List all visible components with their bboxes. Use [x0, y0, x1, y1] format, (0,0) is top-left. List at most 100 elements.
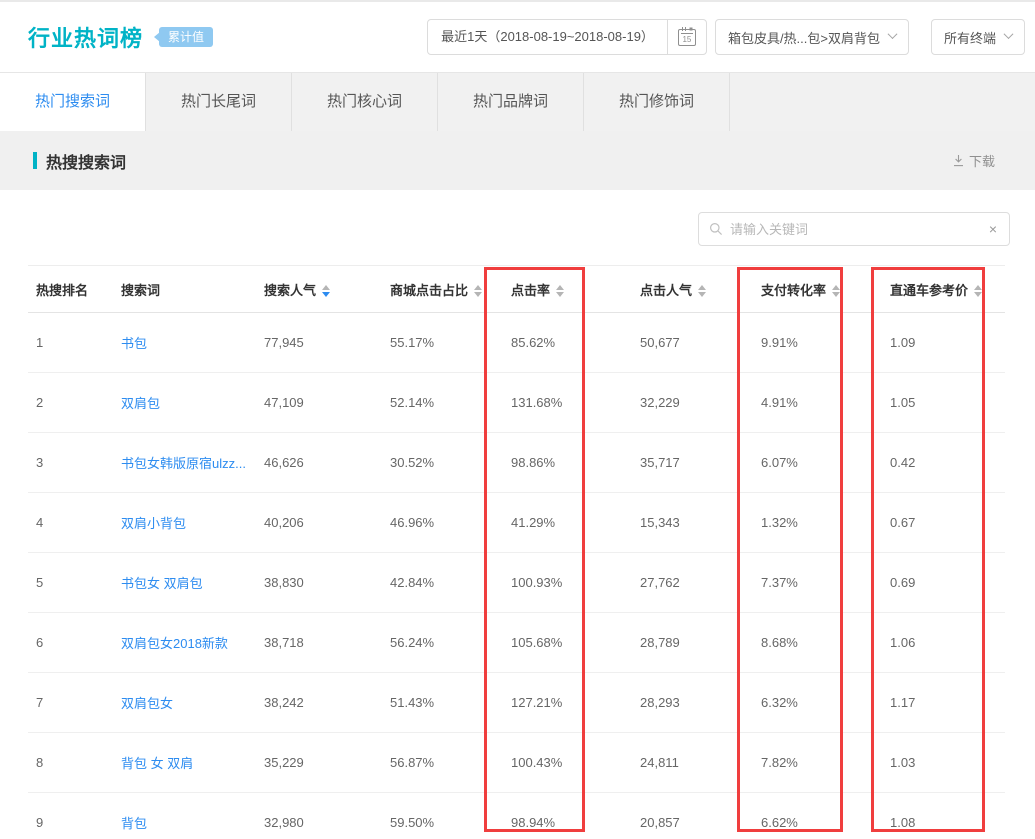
col-header-pay-conversion[interactable]: 支付转化率: [753, 266, 882, 313]
clear-search-icon[interactable]: ×: [987, 221, 999, 237]
cell-mall-click-share: 46.96%: [382, 493, 503, 553]
keyword-search-input[interactable]: [730, 222, 987, 237]
cell-pay-conversion: 7.37%: [753, 553, 882, 613]
cell-search-popularity: 35,229: [256, 733, 382, 793]
tab-hot-search-words[interactable]: 热门搜索词: [0, 73, 146, 131]
sort-icon[interactable]: [974, 285, 982, 297]
date-range-label[interactable]: 最近1天（2018-08-19~2018-08-19）: [428, 20, 667, 54]
header-controls: 最近1天（2018-08-19~2018-08-19） 15 箱包皮具/热...…: [427, 19, 1025, 55]
date-range-picker[interactable]: 最近1天（2018-08-19~2018-08-19） 15: [427, 19, 707, 55]
tab-bar-filler: [730, 73, 1035, 131]
cell-keyword: 背包: [113, 793, 256, 839]
table-row: 5 书包女 双肩包 38,830 42.84% 100.93% 27,762 7…: [28, 553, 1005, 613]
sort-icon[interactable]: [832, 285, 840, 297]
cell-click-popularity: 27,762: [632, 553, 753, 613]
table-row: 8 背包 女 双肩 35,229 56.87% 100.43% 24,811 7…: [28, 733, 1005, 793]
cell-search-popularity: 47,109: [256, 373, 382, 433]
sort-icon[interactable]: [556, 285, 564, 297]
cell-keyword: 双肩小背包: [113, 493, 256, 553]
tab-hot-longtail-words[interactable]: 热门长尾词: [146, 73, 292, 131]
cell-keyword: 书包女韩版原宿ulzz...: [113, 433, 256, 493]
keyword-link[interactable]: 双肩包: [121, 396, 160, 411]
col-header-search-popularity[interactable]: 搜索人气: [256, 266, 382, 313]
cell-click-rate: 98.86%: [503, 433, 632, 493]
category-select[interactable]: 箱包皮具/热...包>双肩背包: [715, 19, 909, 55]
tab-hot-modifier-words[interactable]: 热门修饰词: [584, 73, 730, 131]
cell-click-popularity: 50,677: [632, 313, 753, 373]
cell-rank: 6: [28, 613, 113, 673]
cell-click-rate: 127.21%: [503, 673, 632, 733]
table-row: 2 双肩包 47,109 52.14% 131.68% 32,229 4.91%…: [28, 373, 1005, 433]
col-header-rank: 热搜排名: [28, 266, 113, 313]
section-title: 热搜搜索词: [46, 149, 126, 173]
keyword-link[interactable]: 背包: [121, 816, 147, 831]
keyword-search-box[interactable]: ×: [698, 212, 1010, 246]
table-body: 1 书包 77,945 55.17% 85.62% 50,677 9.91% 1…: [28, 313, 1005, 839]
cell-search-popularity: 38,718: [256, 613, 382, 673]
search-row: ×: [0, 190, 1035, 246]
table-row: 3 书包女韩版原宿ulzz... 46,626 30.52% 98.86% 35…: [28, 433, 1005, 493]
tab-hot-core-words[interactable]: 热门核心词: [292, 73, 438, 131]
cell-rank: 3: [28, 433, 113, 493]
calendar-icon: 15: [678, 29, 696, 46]
cell-pay-conversion: 6.62%: [753, 793, 882, 839]
terminal-select-label: 所有终端: [944, 28, 996, 47]
cell-pay-conversion: 4.91%: [753, 373, 882, 433]
cell-click-rate: 100.43%: [503, 733, 632, 793]
keyword-link[interactable]: 双肩包女: [121, 696, 173, 711]
tab-bar: 热门搜索词 热门长尾词 热门核心词 热门品牌词 热门修饰词: [0, 72, 1035, 131]
hot-words-table: 热搜排名 搜索词 搜索人气 商城点击占比 点击率 点击人气 支付转化率 直通车参…: [28, 265, 1005, 839]
cell-pay-conversion: 6.07%: [753, 433, 882, 493]
cell-click-popularity: 28,789: [632, 613, 753, 673]
cell-search-popularity: 32,980: [256, 793, 382, 839]
sort-icon[interactable]: [698, 285, 706, 297]
cell-click-rate: 98.94%: [503, 793, 632, 839]
col-header-click-popularity[interactable]: 点击人气: [632, 266, 753, 313]
keyword-link[interactable]: 书包女韩版原宿ulzz...: [121, 456, 246, 471]
tab-hot-brand-words[interactable]: 热门品牌词: [438, 73, 584, 131]
col-header-click-rate[interactable]: 点击率: [503, 266, 632, 313]
cell-mall-click-share: 56.24%: [382, 613, 503, 673]
cell-keyword: 书包女 双肩包: [113, 553, 256, 613]
page-header: 行业热词榜 累计值 最近1天（2018-08-19~2018-08-19） 15…: [0, 2, 1035, 72]
cell-ztc-price: 0.42: [882, 433, 1005, 493]
col-header-ztc-reference-price[interactable]: 直通车参考价: [882, 266, 1005, 313]
sort-icon[interactable]: [474, 285, 482, 297]
cell-rank: 8: [28, 733, 113, 793]
keyword-link[interactable]: 双肩包女2018新款: [121, 636, 228, 651]
keyword-link[interactable]: 背包 女 双肩: [121, 756, 193, 771]
col-header-mall-click-share[interactable]: 商城点击占比: [382, 266, 503, 313]
cell-ztc-price: 1.09: [882, 313, 1005, 373]
cell-ztc-price: 1.08: [882, 793, 1005, 839]
cell-rank: 1: [28, 313, 113, 373]
cell-mall-click-share: 56.87%: [382, 733, 503, 793]
terminal-select[interactable]: 所有终端: [931, 19, 1025, 55]
keyword-link[interactable]: 书包女 双肩包: [121, 576, 203, 591]
content: × 热搜排名 搜索词 搜索人气 商城点击占比 点击率 点击人气 支付转化率 直通…: [0, 190, 1035, 839]
table-row: 9 背包 32,980 59.50% 98.94% 20,857 6.62% 1…: [28, 793, 1005, 839]
cell-mall-click-share: 51.43%: [382, 673, 503, 733]
page-title: 行业热词榜: [28, 21, 143, 53]
cell-keyword: 背包 女 双肩: [113, 733, 256, 793]
cell-click-rate: 105.68%: [503, 613, 632, 673]
cell-click-rate: 41.29%: [503, 493, 632, 553]
keyword-link[interactable]: 书包: [121, 336, 147, 351]
download-button[interactable]: 下载: [952, 151, 995, 170]
cell-click-popularity: 35,717: [632, 433, 753, 493]
cell-rank: 5: [28, 553, 113, 613]
sort-icon[interactable]: [322, 285, 330, 297]
cell-click-popularity: 28,293: [632, 673, 753, 733]
cell-mall-click-share: 52.14%: [382, 373, 503, 433]
cell-click-popularity: 32,229: [632, 373, 753, 433]
cell-ztc-price: 1.05: [882, 373, 1005, 433]
table-row: 1 书包 77,945 55.17% 85.62% 50,677 9.91% 1…: [28, 313, 1005, 373]
cell-mall-click-share: 42.84%: [382, 553, 503, 613]
cell-click-popularity: 15,343: [632, 493, 753, 553]
cell-pay-conversion: 1.32%: [753, 493, 882, 553]
download-label: 下载: [969, 151, 995, 170]
calendar-button[interactable]: 15: [667, 20, 706, 54]
cell-click-popularity: 20,857: [632, 793, 753, 839]
cell-rank: 2: [28, 373, 113, 433]
keyword-link[interactable]: 双肩小背包: [121, 516, 186, 531]
cell-search-popularity: 77,945: [256, 313, 382, 373]
